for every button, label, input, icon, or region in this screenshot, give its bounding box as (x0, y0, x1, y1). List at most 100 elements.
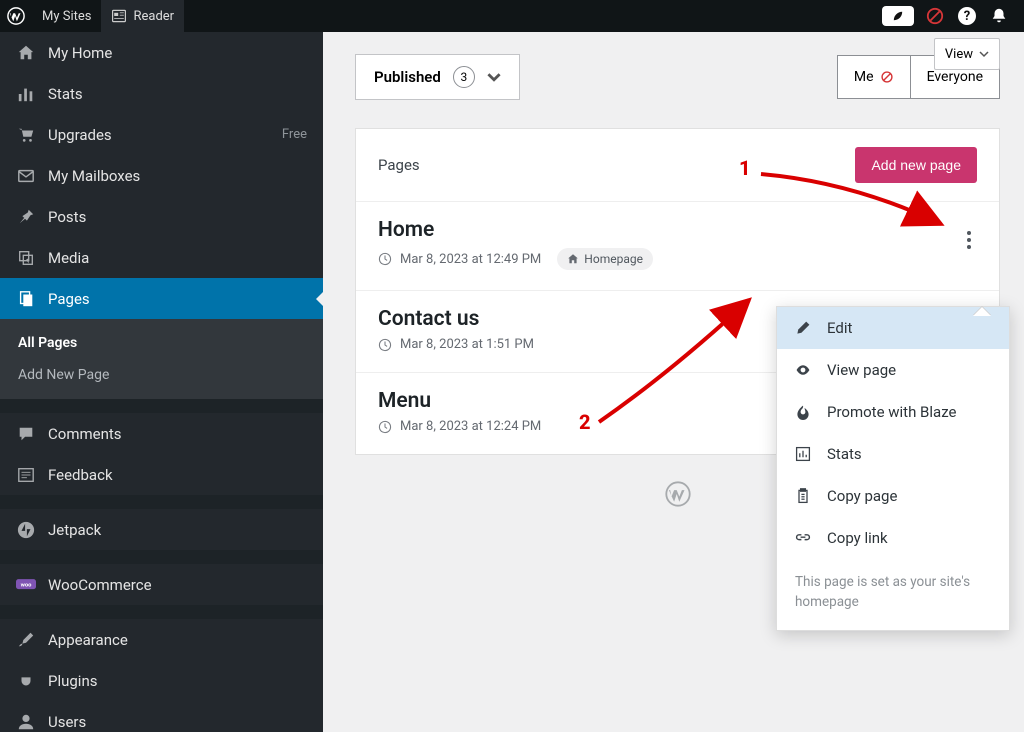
sidebar-item-mailboxes[interactable]: My Mailboxes (0, 155, 323, 196)
popover-view[interactable]: View page (777, 349, 1009, 391)
mail-icon (16, 167, 36, 185)
help-icon[interactable]: ? (956, 5, 978, 27)
plug-icon (16, 672, 36, 690)
popover-label: Copy link (827, 529, 888, 547)
home-icon (16, 44, 36, 62)
stats-icon (16, 85, 36, 103)
toolbar-label: Reader (133, 9, 174, 24)
sidebar-item-jetpack[interactable]: Jetpack (0, 509, 323, 550)
reader-link[interactable]: Reader (101, 0, 184, 32)
published-count: 3 (453, 66, 475, 88)
popover-label: Edit (827, 319, 852, 337)
sidebar-divider (0, 399, 323, 413)
sidebar-item-woocommerce[interactable]: woo WooCommerce (0, 564, 323, 605)
popover-copy-link[interactable]: Copy link (777, 517, 1009, 559)
chart-icon (795, 446, 813, 462)
sidebar-item-users[interactable]: Users (0, 701, 323, 732)
sidebar-item-upgrades[interactable]: Upgrades Free (0, 114, 323, 155)
sidebar-sub-add-new[interactable]: Add New Page (0, 359, 323, 391)
pencil-icon (795, 320, 813, 336)
popover-label: Stats (827, 445, 862, 463)
sidebar-item-label: Comments (48, 425, 122, 443)
blaze-small-icon (880, 70, 894, 84)
published-label: Published (374, 68, 441, 86)
blaze-toolbar-icon[interactable] (924, 5, 946, 27)
popover-label: Promote with Blaze (827, 403, 957, 421)
sidebar-item-my-home[interactable]: My Home (0, 32, 323, 73)
reader-icon (111, 8, 127, 24)
sidebar-item-posts[interactable]: Posts (0, 196, 323, 237)
sidebar-item-plugins[interactable]: Plugins (0, 660, 323, 701)
popover-stats[interactable]: Stats (777, 433, 1009, 475)
sidebar-item-label: My Mailboxes (48, 167, 140, 185)
sidebar-item-label: Media (48, 249, 89, 267)
sidebar-item-label: Upgrades (48, 126, 112, 144)
user-icon (16, 713, 36, 731)
toolbar-label: My Sites (42, 9, 91, 24)
pages-icon (16, 290, 36, 308)
seg-label: Everyone (927, 69, 983, 85)
sidebar-item-label: My Home (48, 44, 112, 62)
my-sites-link[interactable]: My Sites (32, 0, 101, 32)
popover-edit[interactable]: Edit (777, 307, 1009, 349)
cart-icon (16, 126, 36, 144)
eye-icon (795, 362, 813, 378)
media-icon (16, 249, 36, 267)
popover-label: View page (827, 361, 896, 379)
sidebar-item-label: Posts (48, 208, 86, 226)
admin-toolbar: My Sites Reader ? (0, 0, 1024, 32)
seg-label: Me (854, 69, 874, 85)
leaf-icon (891, 9, 905, 23)
popover-label: Copy page (827, 487, 897, 505)
link-icon (795, 530, 813, 546)
page-title: Home (378, 218, 977, 242)
upgrade-tag: Free (282, 127, 307, 142)
sidebar-item-label: Pages (48, 290, 90, 308)
clock-icon (378, 420, 392, 434)
filter-bar: Published 3 Me Everyone (355, 54, 1000, 100)
comment-icon (16, 425, 36, 443)
homepage-chip: Homepage (557, 248, 653, 270)
sidebar-submenu: All Pages Add New Page (0, 319, 323, 399)
fire-icon (795, 404, 813, 420)
sidebar-sub-all-pages[interactable]: All Pages (0, 327, 323, 359)
clock-icon (378, 338, 392, 352)
published-filter[interactable]: Published 3 (355, 54, 520, 100)
svg-text:?: ? (964, 9, 970, 24)
sidebar-item-feedback[interactable]: Feedback (0, 454, 323, 495)
page-row[interactable]: Home Mar 8, 2023 at 12:49 PM Homepage (356, 202, 999, 291)
notifications-icon[interactable] (988, 5, 1010, 27)
view-dropdown[interactable]: View (934, 38, 1000, 70)
page-meta: Mar 8, 2023 at 12:24 PM (400, 419, 541, 434)
leaf-badge[interactable] (882, 6, 914, 26)
sidebar-item-label: WooCommerce (48, 576, 152, 594)
sidebar-item-stats[interactable]: Stats (0, 73, 323, 114)
add-new-page-button[interactable]: Add new page (855, 147, 977, 183)
sidebar-divider (0, 605, 323, 619)
clipboard-icon (795, 488, 813, 504)
author-me[interactable]: Me (838, 56, 911, 98)
pin-icon (16, 208, 36, 226)
chip-label: Homepage (584, 252, 643, 266)
sidebar-divider (0, 495, 323, 509)
admin-sidebar: My Home Stats Upgrades Free My Mailboxes… (0, 32, 323, 732)
sidebar-item-comments[interactable]: Comments (0, 413, 323, 454)
page-meta: Mar 8, 2023 at 1:51 PM (400, 337, 534, 352)
sidebar-divider (0, 550, 323, 564)
sidebar-item-appearance[interactable]: Appearance (0, 619, 323, 660)
sidebar-item-label: Appearance (48, 631, 128, 649)
sidebar-item-pages[interactable]: Pages (0, 278, 323, 319)
sidebar-item-media[interactable]: Media (0, 237, 323, 278)
sidebar-item-label: Users (48, 713, 86, 731)
sidebar-item-label: Feedback (48, 466, 113, 484)
sidebar-item-label: Plugins (48, 672, 97, 690)
popover-copy-page[interactable]: Copy page (777, 475, 1009, 517)
popover-promote[interactable]: Promote with Blaze (777, 391, 1009, 433)
wordpress-logo-icon[interactable] (0, 7, 32, 25)
row-more-button[interactable] (957, 228, 981, 252)
home-small-icon (567, 253, 579, 265)
feedback-icon (16, 466, 36, 484)
sidebar-item-label: Jetpack (48, 521, 101, 539)
page-actions-popover: Edit View page Promote with Blaze Stats … (776, 306, 1010, 631)
woo-icon: woo (16, 578, 36, 592)
